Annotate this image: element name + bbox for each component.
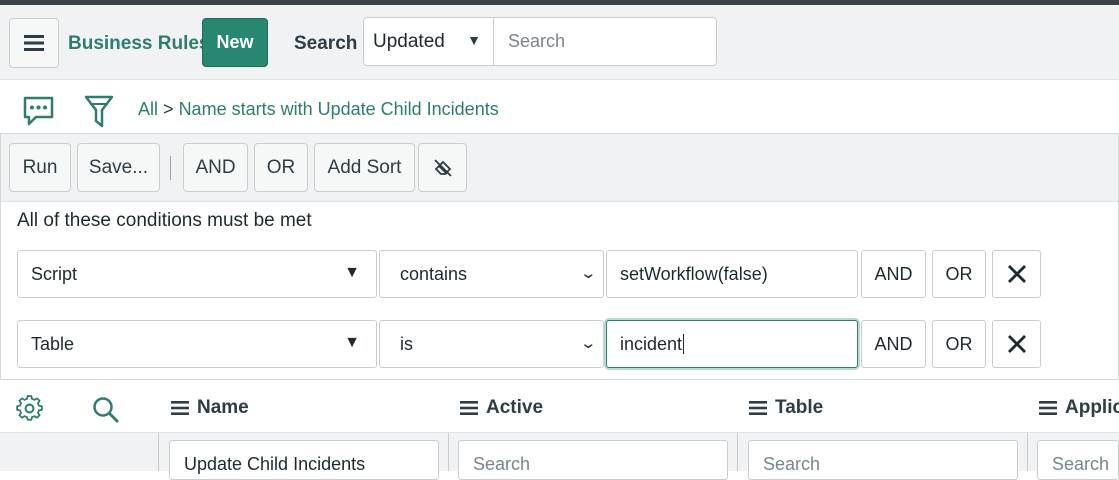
column-header-table[interactable]: Table <box>749 397 823 419</box>
search-icon[interactable] <box>92 396 120 424</box>
hamburger-icon <box>24 35 44 51</box>
save-button[interactable]: Save... <box>77 143 160 192</box>
condition-or-button[interactable]: OR <box>932 320 986 368</box>
column-label: Name <box>197 397 249 418</box>
search-field-select[interactable]: Updated ▼ <box>363 17 494 66</box>
context-menu-button[interactable] <box>9 18 59 68</box>
activity-stream-icon[interactable] <box>22 96 55 126</box>
breadcrumb-separator: > <box>163 99 174 119</box>
search-input[interactable] <box>493 17 717 66</box>
toolbar-divider <box>170 156 171 180</box>
chevron-down-icon: ⌄ <box>579 265 598 282</box>
condition-value-input[interactable]: incident <box>606 320 858 368</box>
breadcrumb-condition[interactable]: Name starts with Update Child Incidents <box>179 99 499 119</box>
condition-field-value: Script <box>31 263 78 284</box>
column-search-name[interactable]: Update Child Incidents <box>169 440 439 480</box>
condition-operator-value: contains <box>400 263 468 284</box>
text-cursor <box>683 334 685 354</box>
column-label: Applica <box>1065 397 1119 418</box>
condition-or-button[interactable]: OR <box>932 250 986 298</box>
condition-value: incident <box>620 333 683 354</box>
column-menu-icon[interactable] <box>749 401 767 415</box>
column-search-table[interactable]: Search <box>748 440 1018 480</box>
clear-filter-button[interactable] <box>418 143 467 192</box>
column-divider <box>448 433 449 471</box>
column-label: Table <box>775 397 824 418</box>
filter-icon[interactable] <box>84 95 114 128</box>
remove-condition-button[interactable] <box>992 250 1041 298</box>
condition-field-select[interactable]: Script ▼ <box>17 250 377 298</box>
condition-operator-value: is <box>400 333 413 354</box>
caret-down-icon: ▼ <box>344 264 360 281</box>
caret-down-icon: ▼ <box>344 334 360 351</box>
chevron-down-icon: ⌄ <box>579 335 598 352</box>
close-icon <box>1007 335 1026 353</box>
close-icon <box>1007 265 1026 283</box>
conditions-heading: All of these conditions must be met <box>17 210 312 231</box>
breadcrumb-all[interactable]: All <box>138 99 158 119</box>
condition-and-button[interactable]: AND <box>861 320 926 368</box>
remove-condition-button[interactable] <box>992 320 1041 368</box>
condition-operator-select[interactable]: is ⌄ <box>379 320 604 368</box>
new-button[interactable]: New <box>202 18 268 67</box>
list-column-header: Name Active Table Applica <box>0 381 1119 433</box>
column-menu-icon[interactable] <box>460 401 478 415</box>
breadcrumb: All > Name starts with Update Child Inci… <box>138 99 499 120</box>
column-divider <box>1027 433 1028 471</box>
list-title[interactable]: Business Rules <box>68 33 210 55</box>
search-label: Search <box>294 33 358 54</box>
column-header-application[interactable]: Applica <box>1039 397 1119 419</box>
column-header-name[interactable]: Name <box>171 397 249 419</box>
or-button[interactable]: OR <box>254 143 308 192</box>
run-button[interactable]: Run <box>9 143 71 192</box>
breadcrumb-row: All > Name starts with Update Child Inci… <box>0 80 1119 132</box>
column-header-active[interactable]: Active <box>460 397 543 419</box>
gear-icon[interactable] <box>16 395 43 422</box>
condition-operator-select[interactable]: contains ⌄ <box>379 250 604 298</box>
caret-down-icon: ▼ <box>467 32 481 48</box>
column-divider <box>158 433 159 471</box>
column-divider <box>737 433 738 471</box>
condition-and-button[interactable]: AND <box>861 250 926 298</box>
condition-field-select[interactable]: Table ▼ <box>17 320 377 368</box>
column-search-active[interactable]: Search <box>458 440 728 480</box>
filter-toolbar: Run Save... AND OR Add Sort <box>1 134 1118 202</box>
condition-value: setWorkflow(false) <box>620 263 768 284</box>
column-menu-icon[interactable] <box>171 401 189 415</box>
list-header: Business Rules New Search Updated ▼ <box>0 5 1119 80</box>
condition-builder: Run Save... AND OR Add Sort All of these… <box>0 133 1119 380</box>
eraser-icon <box>433 158 452 177</box>
condition-value-input[interactable]: setWorkflow(false) <box>606 250 858 298</box>
search-field-value: Updated <box>373 30 445 52</box>
column-search-application[interactable]: Search <box>1037 440 1119 480</box>
column-menu-icon[interactable] <box>1039 401 1057 415</box>
add-sort-button[interactable]: Add Sort <box>314 143 415 192</box>
and-button[interactable]: AND <box>183 143 248 192</box>
column-label: Active <box>486 397 544 418</box>
condition-field-value: Table <box>31 333 75 354</box>
column-search-row: Update Child Incidents Search Search Sea… <box>0 433 1119 480</box>
